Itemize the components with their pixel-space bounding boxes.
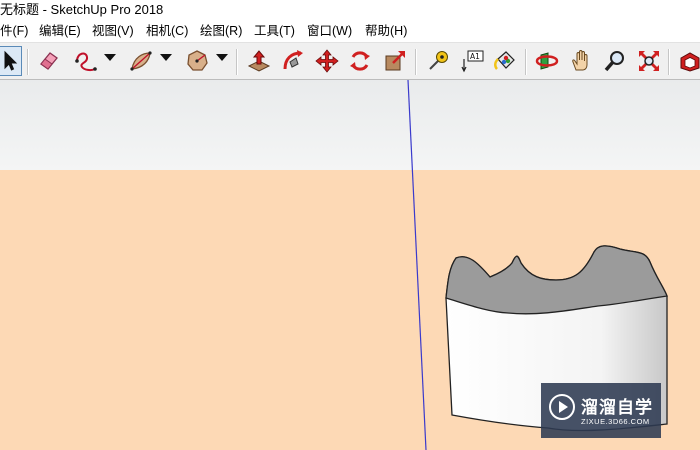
freehand-icon bbox=[75, 52, 97, 72]
move-icon bbox=[315, 49, 339, 73]
polygon-icon bbox=[187, 50, 208, 71]
zoom-extents-icon bbox=[639, 51, 659, 71]
menu-file[interactable]: 件(F) bbox=[0, 20, 28, 42]
rotate-icon bbox=[350, 51, 370, 71]
warehouse-tool-button[interactable] bbox=[676, 46, 700, 76]
watermark-brand: 溜溜自学 bbox=[581, 398, 653, 417]
main-toolbar: A1 bbox=[0, 42, 700, 80]
watermark-badge: 溜溜自学 ZIXUE.3D66.COM bbox=[541, 383, 661, 438]
paint-bucket-tool-button[interactable] bbox=[491, 46, 519, 76]
toolbar-separator bbox=[668, 49, 670, 75]
move-tool-button[interactable] bbox=[313, 46, 341, 76]
text-tool-glyph: A1 bbox=[470, 52, 480, 61]
play-logo-icon bbox=[549, 394, 575, 420]
paint-bucket-icon bbox=[494, 51, 515, 70]
tape-measure-icon bbox=[429, 51, 448, 70]
menu-tools[interactable]: 工具(T) bbox=[254, 20, 295, 42]
toolbar-separator bbox=[27, 49, 29, 75]
pan-icon bbox=[572, 50, 588, 71]
menu-help[interactable]: 帮助(H) bbox=[365, 20, 407, 42]
pan-tool-button[interactable] bbox=[567, 46, 595, 76]
zoom-extents-tool-button[interactable] bbox=[635, 46, 663, 76]
orbit-icon bbox=[535, 52, 559, 70]
follow-me-tool-button[interactable] bbox=[279, 46, 307, 76]
select-icon bbox=[4, 50, 18, 71]
select-tool-button[interactable] bbox=[0, 46, 22, 76]
warehouse-icon bbox=[680, 52, 700, 72]
orbit-tool-button[interactable] bbox=[533, 46, 561, 76]
push-pull-icon bbox=[247, 50, 271, 72]
text-icon: A1 bbox=[461, 50, 484, 73]
freehand-dropdown-icon[interactable] bbox=[104, 54, 116, 61]
zoom-icon bbox=[604, 51, 624, 72]
rotate-tool-button[interactable] bbox=[346, 46, 374, 76]
text-tool-button[interactable]: A1 bbox=[459, 46, 487, 76]
menu-draw[interactable]: 绘图(R) bbox=[200, 20, 242, 42]
tape-measure-tool-button[interactable] bbox=[424, 46, 452, 76]
toolbar-separator bbox=[525, 49, 527, 75]
polygon-dropdown-icon[interactable] bbox=[216, 54, 228, 61]
menu-window[interactable]: 窗口(W) bbox=[307, 20, 352, 42]
toolbar-separator bbox=[415, 49, 417, 75]
follow-me-icon bbox=[283, 50, 303, 70]
polygon-tool-button[interactable] bbox=[183, 46, 211, 76]
menu-edit[interactable]: 编辑(E) bbox=[39, 20, 81, 42]
sketchup-window: 无标题 - SketchUp Pro 2018 件(F) 编辑(E) 视图(V)… bbox=[0, 0, 700, 450]
arc-dropdown-icon[interactable] bbox=[160, 54, 172, 61]
window-title: 无标题 - SketchUp Pro 2018 bbox=[0, 2, 164, 17]
toolbar-separator bbox=[236, 49, 238, 75]
arc-tool-button[interactable] bbox=[127, 46, 155, 76]
arc-icon bbox=[130, 51, 152, 71]
eraser-icon bbox=[40, 52, 58, 70]
scale-icon bbox=[385, 51, 405, 71]
push-pull-tool-button[interactable] bbox=[245, 46, 273, 76]
watermark-url: ZIXUE.3D66.COM bbox=[581, 417, 650, 426]
blue-axis-line bbox=[407, 80, 427, 450]
menu-camera[interactable]: 相机(C) bbox=[146, 20, 188, 42]
zoom-tool-button[interactable] bbox=[601, 46, 629, 76]
menu-view[interactable]: 视图(V) bbox=[92, 20, 134, 42]
menu-bar: 件(F) 编辑(E) 视图(V) 相机(C) 绘图(R) 工具(T) 窗口(W)… bbox=[0, 20, 700, 42]
title-bar: 无标题 - SketchUp Pro 2018 bbox=[0, 0, 700, 20]
freehand-tool-button[interactable] bbox=[72, 46, 100, 76]
scale-tool-button[interactable] bbox=[381, 46, 409, 76]
eraser-tool-button[interactable] bbox=[35, 46, 63, 76]
